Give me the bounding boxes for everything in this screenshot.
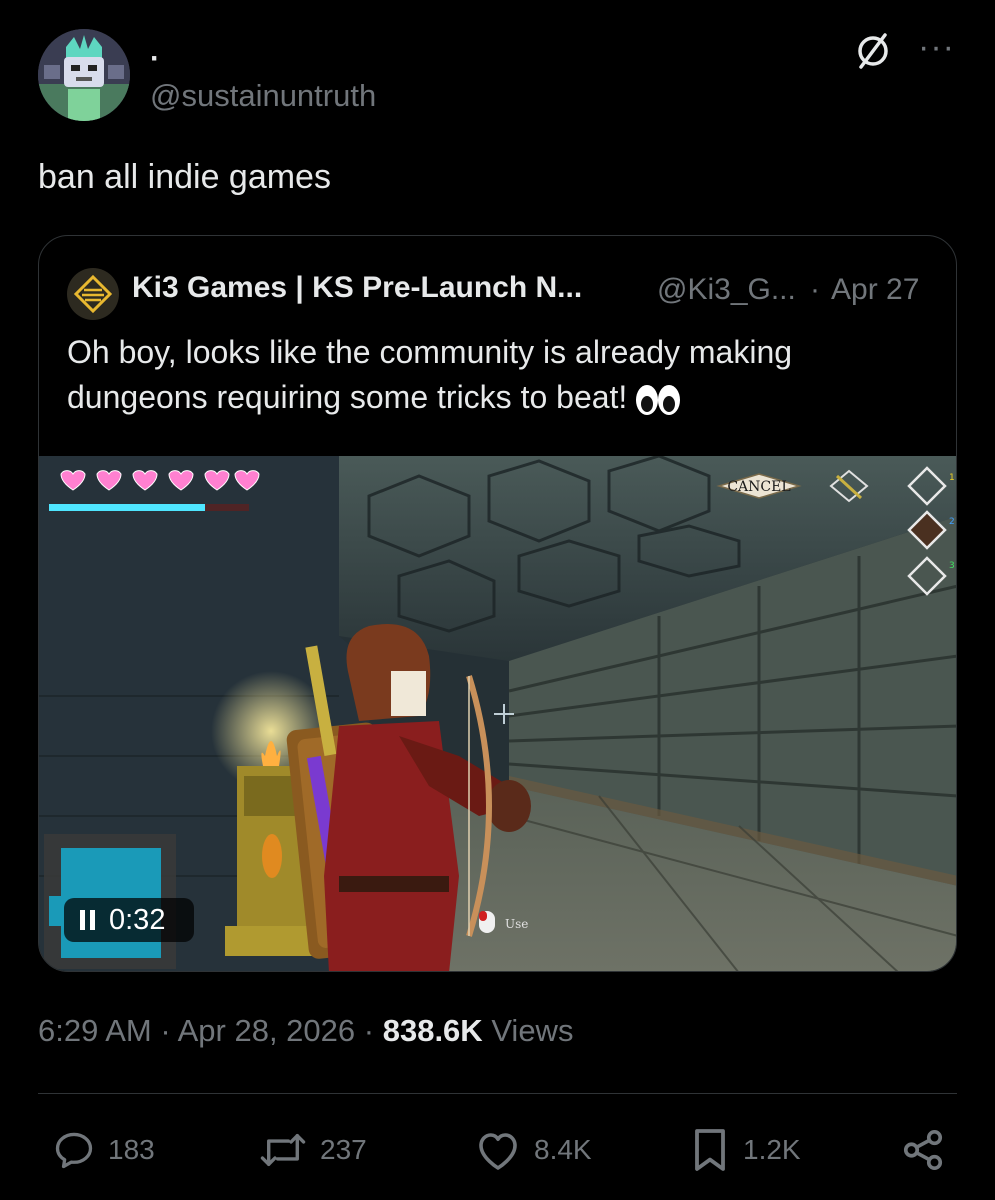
- quoted-date[interactable]: Apr 27: [831, 273, 919, 307]
- tweet-time[interactable]: 6:29 AM: [38, 1013, 152, 1048]
- hud-cancel-label: CANCEL: [727, 479, 790, 495]
- share-icon: [903, 1129, 943, 1171]
- hud-slot-2: 2: [949, 517, 955, 527]
- reply-button[interactable]: 183: [52, 1125, 155, 1175]
- views-count[interactable]: 838.6K: [383, 1013, 483, 1048]
- quoted-text-content: Oh boy, looks like the community is alre…: [67, 334, 793, 415]
- video-frame: CANCEL 1 2 3 Use: [39, 456, 956, 971]
- author-avatar[interactable]: [38, 29, 130, 121]
- quoted-author-handle[interactable]: @Ki3_G...: [657, 273, 796, 307]
- quoted-author-name[interactable]: Ki3 Games | KS Pre-Launch N...: [132, 271, 582, 305]
- tweet-text: ban all indie games: [38, 158, 331, 196]
- like-count: 8.4K: [534, 1134, 592, 1165]
- tweet-timestamp: 6:29 AM · Apr 28, 2026 · 838.6K Views: [38, 1013, 573, 1049]
- repost-icon: [260, 1134, 306, 1166]
- quoted-tweet-text: Oh boy, looks like the community is alre…: [67, 330, 927, 420]
- reply-icon: [55, 1132, 93, 1169]
- hud-slot-1: 1: [949, 473, 955, 483]
- author-display-name[interactable]: ·: [150, 44, 160, 74]
- repost-button[interactable]: 237: [258, 1125, 367, 1175]
- tweet-date[interactable]: Apr 28, 2026: [178, 1013, 356, 1048]
- video-time: 0:32: [109, 903, 166, 936]
- like-icon: [479, 1133, 517, 1170]
- quoted-tweet-card[interactable]: Ki3 Games | KS Pre-Launch N... @Ki3_G...…: [38, 235, 957, 972]
- reply-count: 183: [108, 1134, 155, 1165]
- video-player[interactable]: CANCEL 1 2 3 Use 0:32: [39, 456, 956, 971]
- meta-dot-2: ·: [363, 1013, 375, 1048]
- pause-icon: [80, 910, 95, 930]
- repost-count: 237: [320, 1134, 367, 1165]
- video-pause-badge[interactable]: 0:32: [64, 898, 194, 942]
- share-button[interactable]: [900, 1125, 946, 1175]
- hud-use-label: Use: [505, 917, 528, 931]
- stamina-fill: [49, 504, 205, 511]
- hud-slot-3: 3: [949, 561, 955, 571]
- bookmark-button[interactable]: 1.2K: [689, 1125, 801, 1175]
- meta-dot-1: ·: [160, 1013, 171, 1048]
- grok-icon[interactable]: [852, 30, 894, 72]
- bookmark-count: 1.2K: [743, 1134, 801, 1165]
- avatar-image: [38, 29, 130, 121]
- views-label[interactable]: Views: [491, 1013, 573, 1048]
- quoted-separator: ·: [810, 273, 820, 306]
- more-icon[interactable]: ···: [918, 28, 955, 67]
- divider: [38, 1093, 957, 1094]
- eyes-emoji: [636, 384, 681, 415]
- author-handle[interactable]: @sustainuntruth: [150, 78, 376, 114]
- like-button[interactable]: 8.4K: [474, 1125, 592, 1175]
- quoted-author-avatar[interactable]: [67, 268, 119, 320]
- bookmark-icon: [695, 1129, 725, 1171]
